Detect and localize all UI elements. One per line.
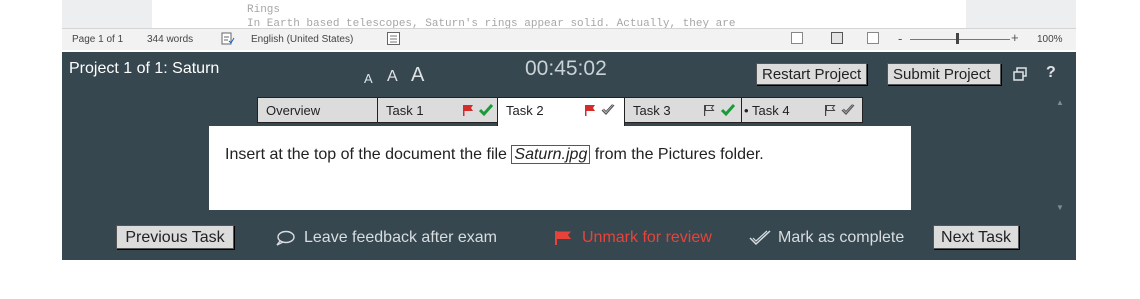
restore-window-icon[interactable] (1013, 67, 1027, 81)
task-instructions-panel: Insert at the top of the document the fi… (209, 126, 911, 210)
document-area: Rings In Earth based telescopes, Saturn'… (62, 0, 1076, 28)
flag-outline-icon (825, 105, 836, 116)
help-icon[interactable]: ? (1046, 64, 1056, 82)
proofing-icon[interactable] (221, 32, 235, 45)
zoom-out-button[interactable]: - (898, 31, 902, 46)
leave-feedback-button[interactable]: Leave feedback after exam (275, 229, 497, 247)
submit-project-button[interactable]: Submit Project (887, 63, 1001, 85)
word-status-bar: Page 1 of 1 344 words English (United St… (62, 28, 1076, 50)
unmark-for-review-button[interactable]: Unmark for review (553, 229, 712, 247)
document-text-line: Rings (247, 4, 281, 16)
task-text-before: Insert at the top of the document the fi… (225, 146, 512, 163)
next-task-button[interactable]: Next Task (933, 225, 1019, 249)
tab-overview[interactable]: Overview (257, 97, 378, 123)
font-size-large-button[interactable]: A (411, 64, 424, 87)
tab-task-4[interactable]: • Task 4 (741, 97, 863, 123)
zoom-slider-thumb[interactable] (956, 33, 959, 44)
previous-task-button[interactable]: Previous Task (116, 225, 234, 249)
check-outline-icon (749, 230, 771, 246)
read-mode-icon[interactable] (791, 32, 803, 44)
word-count[interactable]: 344 words (147, 34, 193, 45)
flag-icon (585, 105, 595, 116)
exam-panel: Project 1 of 1: Saturn A A A 00:45:02 Re… (62, 52, 1076, 260)
mark-as-complete-label: Mark as complete (778, 229, 905, 246)
unmark-for-review-label: Unmark for review (582, 229, 712, 246)
page-count[interactable]: Page 1 of 1 (72, 34, 123, 45)
language-indicator[interactable]: English (United States) (251, 34, 353, 45)
tab-task-3[interactable]: Task 3 (624, 97, 742, 123)
mark-as-complete-button[interactable]: Mark as complete (749, 229, 904, 247)
task-scrollbar[interactable]: ▲ ▼ (1051, 95, 1069, 217)
exam-footer: Previous Task Leave feedback after exam … (62, 217, 1076, 260)
tab-label: Task 4 (752, 103, 790, 118)
project-title: Project 1 of 1: Saturn (69, 60, 220, 77)
flag-icon (463, 105, 473, 116)
tab-bullet: • (744, 103, 749, 118)
font-size-small-button[interactable]: A (364, 71, 373, 86)
scroll-down-arrow-icon[interactable]: ▼ (1056, 203, 1064, 212)
tab-label: Task 2 (506, 103, 544, 118)
tab-label: Overview (266, 103, 321, 118)
document-page[interactable]: Rings In Earth based telescopes, Saturn'… (152, 0, 966, 28)
web-layout-icon[interactable] (867, 32, 879, 44)
exam-header: Project 1 of 1: Saturn A A A 00:45:02 Re… (62, 52, 1076, 95)
font-size-medium-button[interactable]: A (387, 68, 398, 86)
restart-project-button[interactable]: Restart Project (756, 63, 867, 85)
tab-label: Task 1 (386, 103, 424, 118)
task-text-after: from the Pictures folder. (590, 146, 764, 163)
document-text-line: In Earth based telescopes, Saturn's ring… (247, 18, 736, 28)
zoom-in-button[interactable]: + (1011, 30, 1019, 45)
macro-icon[interactable] (387, 32, 400, 45)
leave-feedback-label: Leave feedback after exam (304, 229, 498, 246)
check-outline-icon (601, 104, 615, 115)
check-icon (479, 104, 493, 117)
speech-bubble-icon (276, 230, 295, 246)
tab-label: Task 3 (633, 103, 671, 118)
zoom-slider[interactable] (910, 39, 1010, 40)
task-filename[interactable]: Saturn.jpg (511, 145, 591, 164)
flag-outline-icon (704, 105, 715, 116)
tab-task-2[interactable]: Task 2 (497, 97, 625, 128)
flag-icon (555, 231, 571, 245)
scroll-up-arrow-icon[interactable]: ▲ (1056, 98, 1064, 107)
task-content-area: Overview Overview Task 1 Task 2 (69, 95, 1069, 217)
task-instructions: Insert at the top of the document the fi… (225, 145, 764, 164)
check-outline-icon (841, 104, 855, 115)
tab-task-1[interactable]: Overview Task 1 (377, 97, 498, 123)
zoom-level[interactable]: 100% (1037, 34, 1063, 45)
exam-timer: 00:45:02 (525, 57, 607, 80)
check-icon (721, 104, 735, 117)
print-layout-icon[interactable] (831, 32, 843, 44)
